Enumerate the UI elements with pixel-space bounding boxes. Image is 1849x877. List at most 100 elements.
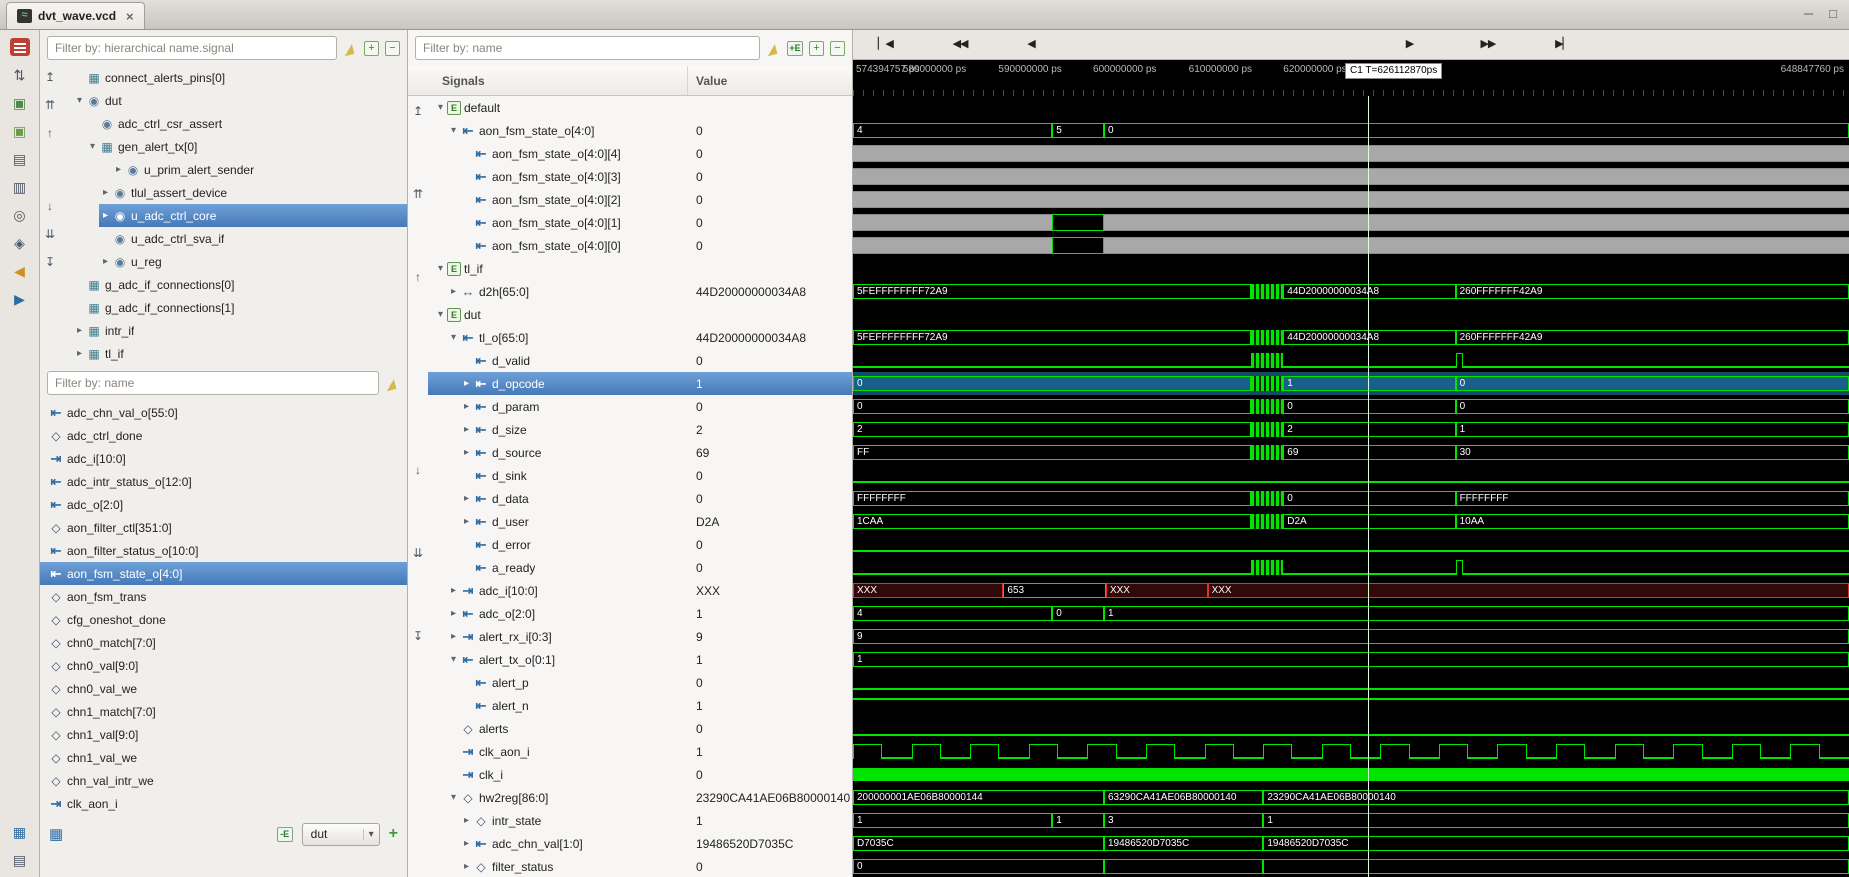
cursor-line[interactable] — [1368, 96, 1369, 877]
expander-icon[interactable]: ▾ — [447, 654, 460, 665]
signal-list-item[interactable]: ◇aon_fsm_trans — [40, 585, 407, 608]
wave-signal-filter-input[interactable] — [415, 36, 760, 60]
wave-row[interactable]: 5FEFFFFFFFF72A944D20000000034A8260FFFFFF… — [853, 280, 1849, 303]
signal-row[interactable]: ⇤d_valid0 — [428, 349, 852, 372]
cursor-flag[interactable]: C1 T=626112870ps — [1345, 63, 1442, 79]
step-forward-button[interactable]: ▶ — [1406, 37, 1413, 50]
zoom-icon[interactable]: ◎ — [10, 206, 30, 224]
tree-item[interactable]: ▾◉dut — [60, 89, 407, 112]
signal-row[interactable]: ▸⇤adc_o[2:0]1 — [428, 602, 852, 625]
grid-view-icon[interactable]: ▦ — [49, 825, 63, 843]
tab-dvt-wave[interactable]: ≈ dvt_wave.vcd × — [6, 2, 145, 29]
signal-list-item[interactable]: ◇chn_val_intr_we — [40, 769, 407, 792]
tree-item[interactable]: ◉u_adc_ctrl_sva_if — [60, 227, 407, 250]
signal-list-item[interactable]: ⇤aon_filter_status_o[10:0] — [40, 539, 407, 562]
wave-row[interactable] — [853, 234, 1849, 257]
sync-scroll-icon[interactable]: ⇅ — [10, 66, 30, 84]
wave-row[interactable]: 200000001AE06B8000014463290CA41AE06B8000… — [853, 786, 1849, 809]
expander-icon[interactable]: ▸ — [99, 187, 112, 198]
signal-analysis-icon[interactable]: ▥ — [10, 178, 30, 196]
signal-row[interactable]: ⇤d_sink0 — [428, 464, 852, 487]
wave-row[interactable]: 010 — [853, 372, 1849, 395]
tree-item[interactable]: ▦connect_alerts_pins[0] — [60, 66, 407, 89]
signal-row[interactable]: ▸⇤d_size2 — [428, 418, 852, 441]
page-up-icon[interactable]: ⇈ — [413, 187, 423, 202]
signal-row[interactable]: ▸⇤d_source69 — [428, 441, 852, 464]
collapse-all-icon[interactable]: − — [385, 41, 400, 56]
expander-icon[interactable]: ▾ — [434, 102, 447, 113]
signal-list-item[interactable]: ⇤adc_chn_val_o[55:0] — [40, 401, 407, 424]
signal-row[interactable]: ▾◇hw2reg[86:0]23290CA41AE06B80000140 — [428, 786, 852, 809]
wave-row[interactable]: 000 — [853, 395, 1849, 418]
wave-row[interactable]: 221 — [853, 418, 1849, 441]
signal-row[interactable]: ⇤aon_fsm_state_o[4:0][2]0 — [428, 188, 852, 211]
expander-icon[interactable]: ▸ — [99, 256, 112, 267]
signal-list-item[interactable]: ⇥clk_aon_i — [40, 792, 407, 815]
signal-row[interactable]: ⇤aon_fsm_state_o[4:0][1]0 — [428, 211, 852, 234]
signal-row[interactable]: ◇alerts0 — [428, 717, 852, 740]
tree-item[interactable]: ▸◉u_reg — [60, 250, 407, 273]
page-down-icon[interactable]: ⇊ — [45, 227, 55, 242]
wave-row[interactable]: 450 — [853, 119, 1849, 142]
clear-filter-icon[interactable]: ◢ — [764, 39, 782, 57]
signal-row[interactable]: ▸⇤adc_chn_val[1:0]19486520D7035C — [428, 832, 852, 855]
wave-row[interactable] — [853, 188, 1849, 211]
tree-item[interactable]: ▸◉u_adc_ctrl_core — [60, 204, 407, 227]
signal-row[interactable]: ▸⇤d_opcode1 — [428, 372, 852, 395]
expander-icon[interactable]: ▸ — [460, 447, 473, 458]
wave-row[interactable] — [853, 464, 1849, 487]
wave-row[interactable]: FF6930 — [853, 441, 1849, 464]
next-marker-icon[interactable]: ▶ — [10, 290, 30, 308]
scroll-to-top-icon[interactable]: ↥ — [45, 70, 55, 85]
dvt-database-icon[interactable] — [10, 38, 30, 56]
signal-row[interactable]: ⇤aon_fsm_state_o[4:0][0]0 — [428, 234, 852, 257]
signal-filter-input[interactable] — [47, 371, 379, 395]
expander-icon[interactable]: ▾ — [434, 263, 447, 274]
signal-list-item[interactable]: ◇cfg_oneshot_done — [40, 608, 407, 631]
expander-icon[interactable]: ▸ — [460, 861, 473, 872]
expander-icon[interactable]: ▸ — [460, 378, 473, 389]
expand-all-icon[interactable]: + — [809, 41, 824, 56]
go-to-end-button[interactable]: ▶▏ — [1555, 37, 1570, 50]
signal-list-item[interactable]: ⇥adc_i[10:0] — [40, 447, 407, 470]
signal-row[interactable]: ▸⇤d_param0 — [428, 395, 852, 418]
expander-icon[interactable]: ▾ — [73, 95, 86, 106]
signal-list-item[interactable]: ◇aon_filter_ctl[351:0] — [40, 516, 407, 539]
wave-row[interactable]: D7035C19486520D7035C19486520D7035C — [853, 832, 1849, 855]
signal-list-item[interactable]: ◇chn0_match[7:0] — [40, 631, 407, 654]
waveform-compare-icon[interactable]: ▣ — [10, 122, 30, 140]
expander-icon[interactable]: ▾ — [86, 141, 99, 152]
signal-row[interactable]: ⇥clk_i0 — [428, 763, 852, 786]
wave-row[interactable] — [853, 717, 1849, 740]
signal-list-item[interactable]: ◇chn0_val[9:0] — [40, 654, 407, 677]
signal-row[interactable]: ⇤a_ready0 — [428, 556, 852, 579]
wave-row[interactable] — [853, 694, 1849, 717]
signal-row[interactable]: ▸⇤d_userD2A — [428, 510, 852, 533]
expand-all-icon[interactable]: + — [364, 41, 379, 56]
expander-icon[interactable]: ▸ — [73, 348, 86, 359]
fast-backward-button[interactable]: ◀◀ — [953, 37, 968, 50]
expander-icon[interactable]: ▾ — [434, 309, 447, 320]
wave-row[interactable]: 9 — [853, 625, 1849, 648]
wave-row[interactable]: XXX653XXXXXX — [853, 579, 1849, 602]
expander-icon[interactable]: ▸ — [447, 286, 460, 297]
signal-row[interactable]: ⇤aon_fsm_state_o[4:0][3]0 — [428, 165, 852, 188]
signal-row[interactable]: ⇤d_error0 — [428, 533, 852, 556]
go-to-start-button[interactable]: ▏◀ — [878, 37, 893, 50]
signal-row[interactable]: ▸↔d2h[65:0]44D20000000034A8 — [428, 280, 852, 303]
inspect-icon[interactable]: ◈ — [10, 234, 30, 252]
tree-item[interactable]: ▦g_adc_if_connections[0] — [60, 273, 407, 296]
line-up-icon[interactable]: ↑ — [47, 126, 53, 141]
signal-row[interactable]: ▾Etl_if — [428, 257, 852, 280]
wave-row[interactable]: FFFFFFFF0FFFFFFFF — [853, 487, 1849, 510]
signal-row[interactable]: ▸◇intr_state1 — [428, 809, 852, 832]
add-signal-icon[interactable]: + — [389, 825, 398, 843]
column-header-value[interactable]: Value — [688, 74, 852, 88]
scroll-to-top-icon[interactable]: ↥ — [413, 104, 423, 119]
expander-icon[interactable]: ▾ — [447, 125, 460, 136]
expander-icon[interactable]: ▸ — [460, 401, 473, 412]
signal-row[interactable]: ▸⇤d_data0 — [428, 487, 852, 510]
waveform-snapshot-icon[interactable]: ▣ — [10, 94, 30, 112]
scope-link-icon[interactable]: -E — [277, 827, 293, 842]
expander-icon[interactable]: ▸ — [460, 424, 473, 435]
